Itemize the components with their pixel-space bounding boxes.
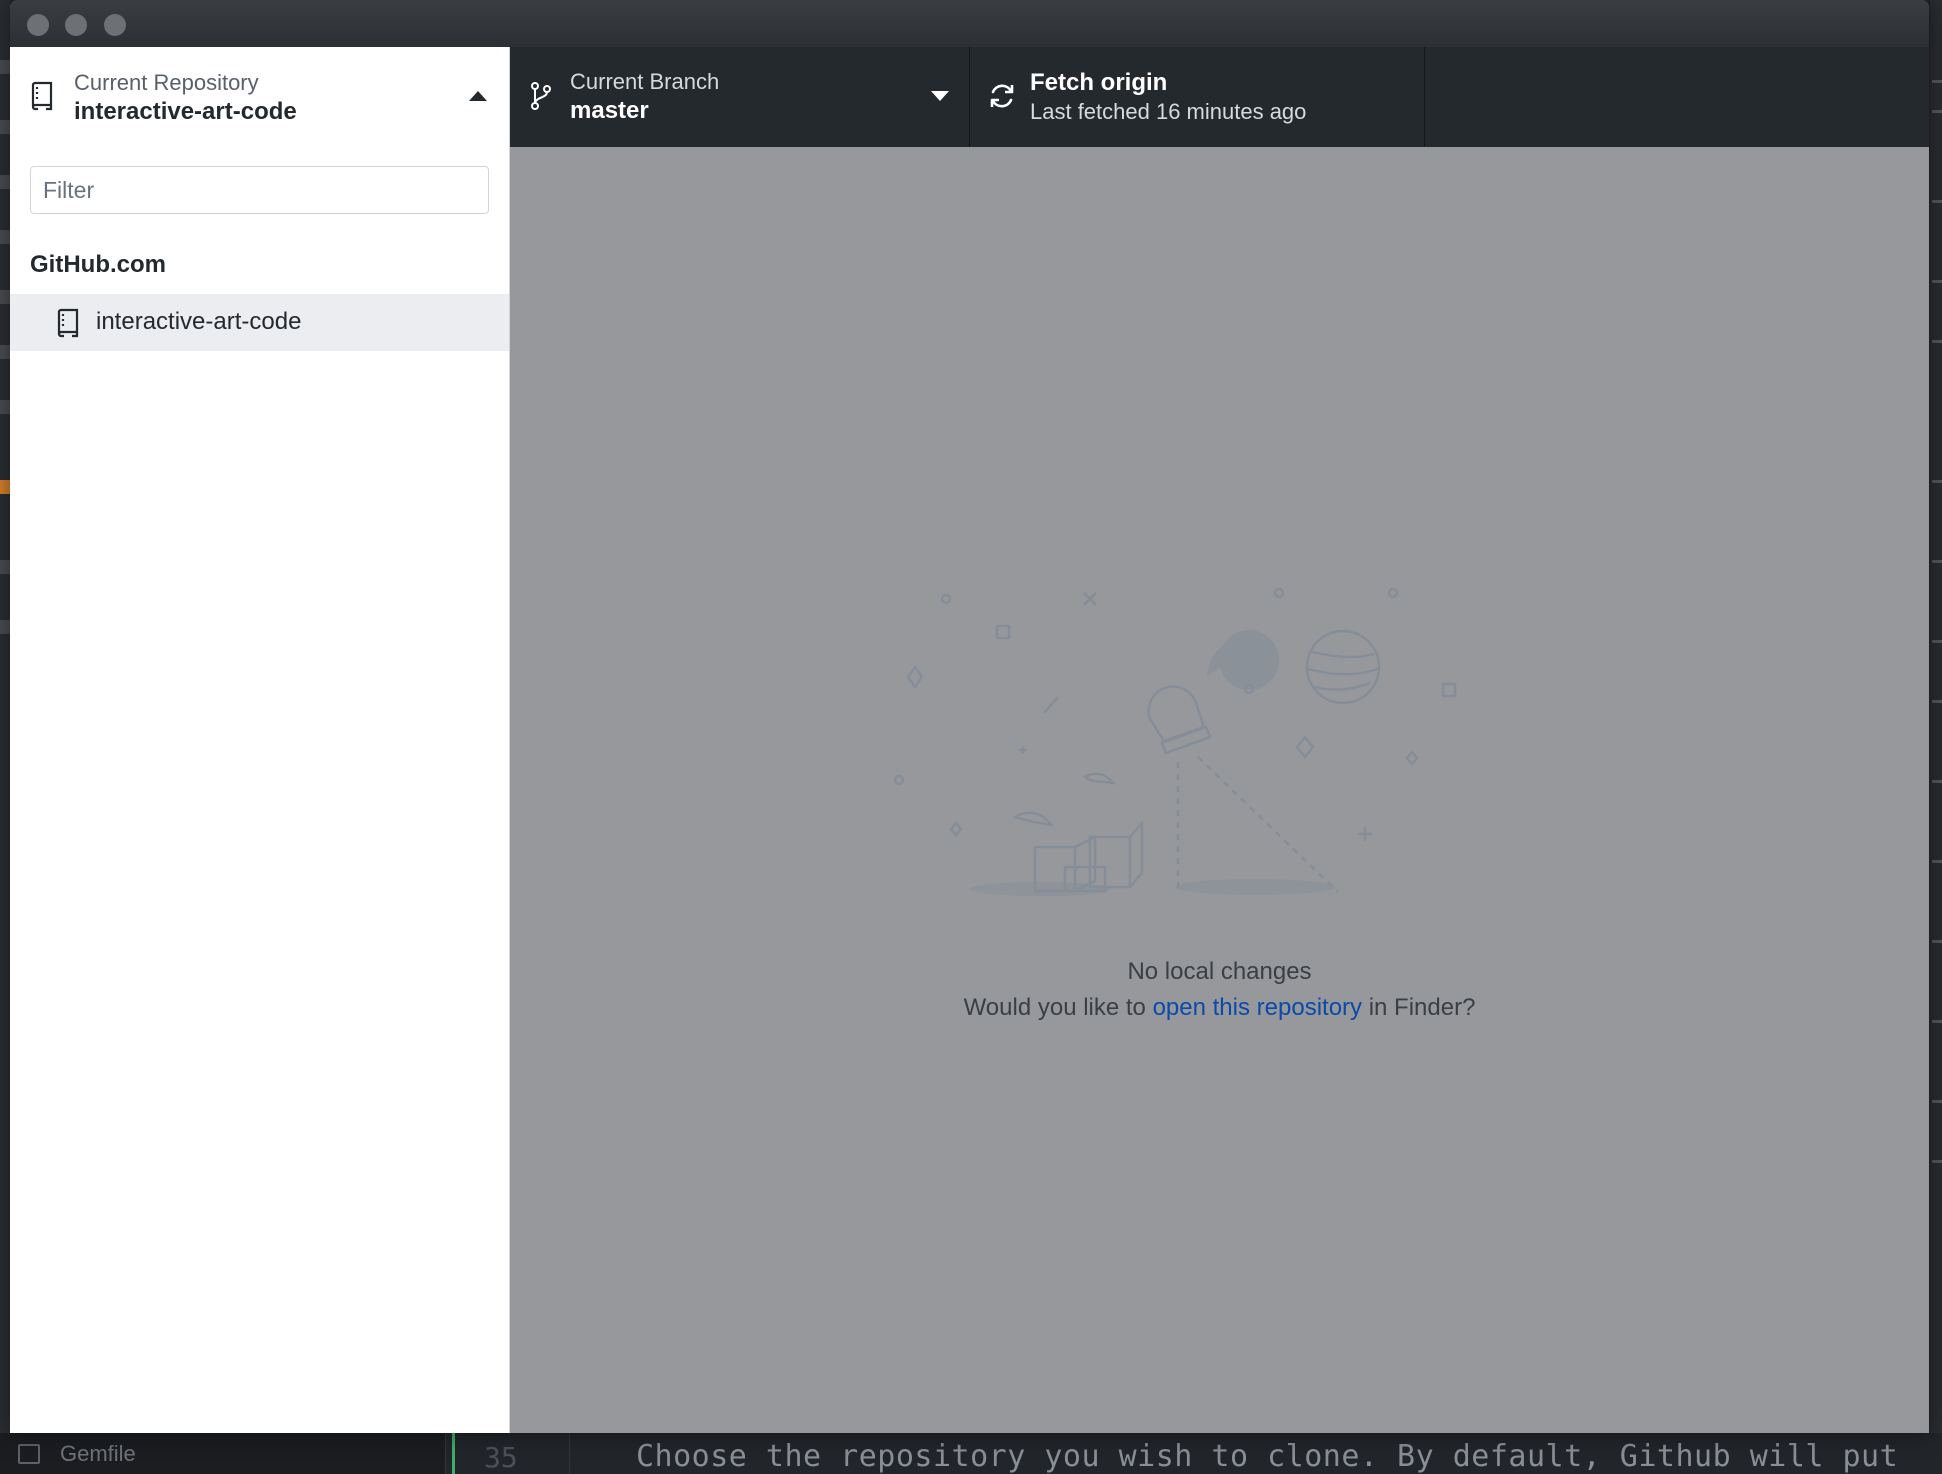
fetch-origin-button[interactable]: Fetch origin Last fetched 16 minutes ago [970,47,1425,147]
empty-state-illustration [893,587,1457,896]
repository-selector[interactable]: Current Repository interactive-art-code [10,47,509,147]
current-branch-name: master [570,97,649,124]
sync-icon [990,84,1014,108]
background-line-number: 35 [484,1441,518,1474]
branch-selector[interactable]: Current Branch master [510,47,970,147]
app-window: Current Branch master Fetch origin Last … [10,0,1929,1433]
fetch-origin-label: Fetch origin [1030,69,1168,96]
empty-state-desc-prefix: Would you like to [963,994,1153,1021]
title-bar [10,0,1929,47]
background-file-label: Gemfile [60,1441,136,1466]
file-icon [18,1444,40,1464]
chevron-up-icon [469,91,487,101]
minimize-window-button[interactable] [65,14,87,36]
background-left-strip [0,0,10,1474]
changes-empty-state: No local changes Would you like to open … [510,147,1929,1433]
repo-group-header: GitHub.com [30,251,166,278]
repo-icon [31,81,53,111]
git-branch-icon [531,82,551,110]
open-repository-link[interactable]: open this repository [1153,994,1362,1021]
close-window-button[interactable] [27,14,49,36]
empty-state-desc-suffix: in Finder? [1362,994,1476,1021]
repo-icon [57,308,79,338]
zoom-window-button[interactable] [104,14,126,36]
repository-dropdown-panel: Current Repository interactive-art-code … [10,47,510,1433]
branch-selector-label: Current Branch [570,69,720,94]
empty-state-title: No local changes [1127,958,1312,985]
repository-filter-input[interactable] [30,166,489,214]
empty-state-description: Would you like to open this repository i… [510,994,1929,1022]
repo-list-item[interactable]: interactive-art-code [10,294,509,351]
chevron-down-icon [931,91,949,101]
current-repository-name: interactive-art-code [74,98,297,125]
background-file-tab[interactable]: Gemfile [0,1433,446,1474]
repo-list-item-label: interactive-art-code [96,308,302,335]
background-minimap [1930,0,1942,1474]
repository-selector-label: Current Repository [74,70,259,95]
background-code-line: Choose the repository you wish to clone.… [636,1439,1899,1474]
background-editor-bottom: Gemfile 35 Choose the repository you wis… [0,1433,1942,1474]
last-fetched-status: Last fetched 16 minutes ago [1030,99,1307,124]
